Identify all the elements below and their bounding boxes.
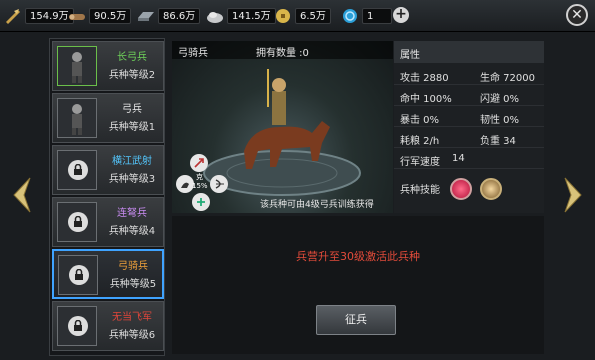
attr-row: 攻击 2880 生命 72000 [394, 65, 544, 85]
attr-food: 耗粮 2/h [400, 136, 440, 147]
unit-level: 兵种等级1 [108, 122, 156, 133]
attributes-title: 属性 [400, 50, 420, 61]
resource-iron: 86.6万 [135, 6, 201, 26]
attr-speed-value: 14 [452, 153, 465, 164]
skill-icon-2[interactable] [480, 178, 502, 200]
resource-coin: 6.5万 [272, 6, 331, 26]
owned-count: 拥有数量 :0 [256, 48, 309, 59]
attr-load: 负重 34 [480, 136, 516, 147]
unit-list[interactable]: 长弓兵 兵种等级2 弓兵 兵种等级1 横江武射 兵种等级3 连弩兵 兵种等级4 [49, 38, 165, 356]
unit-name: 长弓兵 [117, 52, 147, 63]
unit-name: 横江武射 [112, 156, 152, 167]
preview-unit-name: 弓骑兵 [178, 48, 208, 59]
counter-archer-icon [210, 175, 228, 193]
resource-value: 6.5万 [295, 8, 331, 24]
unit-level: 兵种等级5 [109, 279, 157, 290]
resource-value: 1 [362, 8, 392, 24]
unit-item-wudang[interactable]: 无当飞军 兵种等级6 [52, 301, 164, 351]
resource-stone: 141.5万 [204, 6, 276, 26]
skill-icon-1[interactable] [450, 178, 472, 200]
iron-icon [135, 6, 157, 26]
skills-label: 兵种技能 [400, 185, 440, 196]
unit-level: 兵种等级3 [108, 174, 156, 185]
attr-hit: 命中 100% [400, 94, 452, 105]
wood-icon [66, 6, 88, 26]
attr-dodge: 闪避 0% [480, 94, 520, 105]
unit-portrait [57, 46, 97, 86]
unit-portrait [57, 202, 97, 242]
resource-wood: 90.5万 [66, 6, 132, 26]
unit-portrait [57, 98, 97, 138]
unit-level: 兵种等级6 [108, 330, 156, 341]
unit-portrait [57, 150, 97, 190]
resource-gem: 1 [339, 6, 392, 26]
unit-item-horse-archer[interactable]: 弓骑兵 兵种等级5 [52, 249, 164, 299]
unit-name: 弓兵 [122, 104, 142, 115]
counter-percent: 15% [192, 182, 208, 190]
preview-header: 弓骑兵 拥有数量 :0 [172, 41, 393, 59]
unit-level: 兵种等级4 [108, 226, 156, 237]
unit-portrait [58, 255, 98, 295]
unlock-hint: 该兵种可由4级弓兵训练获得 [260, 200, 374, 210]
resource-value: 86.6万 [158, 8, 201, 24]
attr-tenacity: 韧性 0% [480, 115, 520, 126]
unit-item-hengjiang[interactable]: 横江武射 兵种等级3 [52, 145, 164, 195]
attributes-panel: 属性 攻击 2880 生命 72000 命中 100% 闪避 0% 暴击 0% … [394, 41, 544, 213]
lock-icon [69, 265, 89, 285]
coin-icon [272, 6, 294, 26]
gem-icon [339, 6, 361, 26]
arrow-right-icon[interactable] [563, 176, 585, 214]
attributes-header: 属性 [394, 41, 544, 63]
attr-row: 命中 100% 闪避 0% [394, 86, 544, 106]
info-area: 兵营升至30级激活此兵种 征兵 [172, 216, 544, 354]
unit-item-crossbowman[interactable]: 连弩兵 兵种等级4 [52, 197, 164, 247]
activation-message: 兵营升至30级激活此兵种 [296, 250, 420, 263]
lock-icon [68, 160, 88, 180]
resource-value: 141.5万 [227, 8, 276, 24]
attr-hp: 生命 72000 [480, 73, 535, 84]
add-gems-button[interactable]: + [393, 7, 409, 23]
resource-value: 90.5万 [89, 8, 132, 24]
counter-infantry-icon [190, 154, 208, 172]
attr-row: 暴击 0% 韧性 0% [394, 107, 544, 127]
unit-level: 兵种等级2 [108, 70, 156, 81]
unit-preview: 弓骑兵 拥有数量 :0 克 15% 该兵种可由4级弓兵训练获得 [172, 41, 393, 213]
attr-speed-label: 行军速度 [400, 157, 440, 168]
resource-food: 154.9万 [2, 6, 74, 26]
lock-icon [68, 316, 88, 336]
close-button[interactable]: ✕ [566, 4, 588, 26]
food-icon [2, 6, 24, 26]
unit-item-archer[interactable]: 弓兵 兵种等级1 [52, 93, 164, 143]
unit-portrait [57, 306, 97, 346]
counter-label: 克 [196, 173, 203, 181]
attr-row: 行军速度 14 [394, 149, 544, 169]
attr-crit: 暴击 0% [400, 115, 440, 126]
unit-item-longbowman[interactable]: 长弓兵 兵种等级2 [52, 41, 164, 91]
counter-siege-icon [192, 193, 210, 211]
attr-attack: 攻击 2880 [400, 73, 449, 84]
resource-bar: 154.9万 90.5万 86.6万 141.5万 6.5万 1 + ✕ [0, 0, 595, 32]
lock-icon [68, 212, 88, 232]
recruit-button[interactable]: 征兵 [316, 305, 396, 335]
unit-name: 连弩兵 [117, 208, 147, 219]
unit-name: 无当飞军 [112, 312, 152, 323]
attr-row: 耗粮 2/h 负重 34 [394, 128, 544, 148]
unit-name: 弓骑兵 [118, 261, 148, 272]
arrow-left-icon[interactable] [10, 176, 32, 214]
stone-icon [204, 6, 226, 26]
